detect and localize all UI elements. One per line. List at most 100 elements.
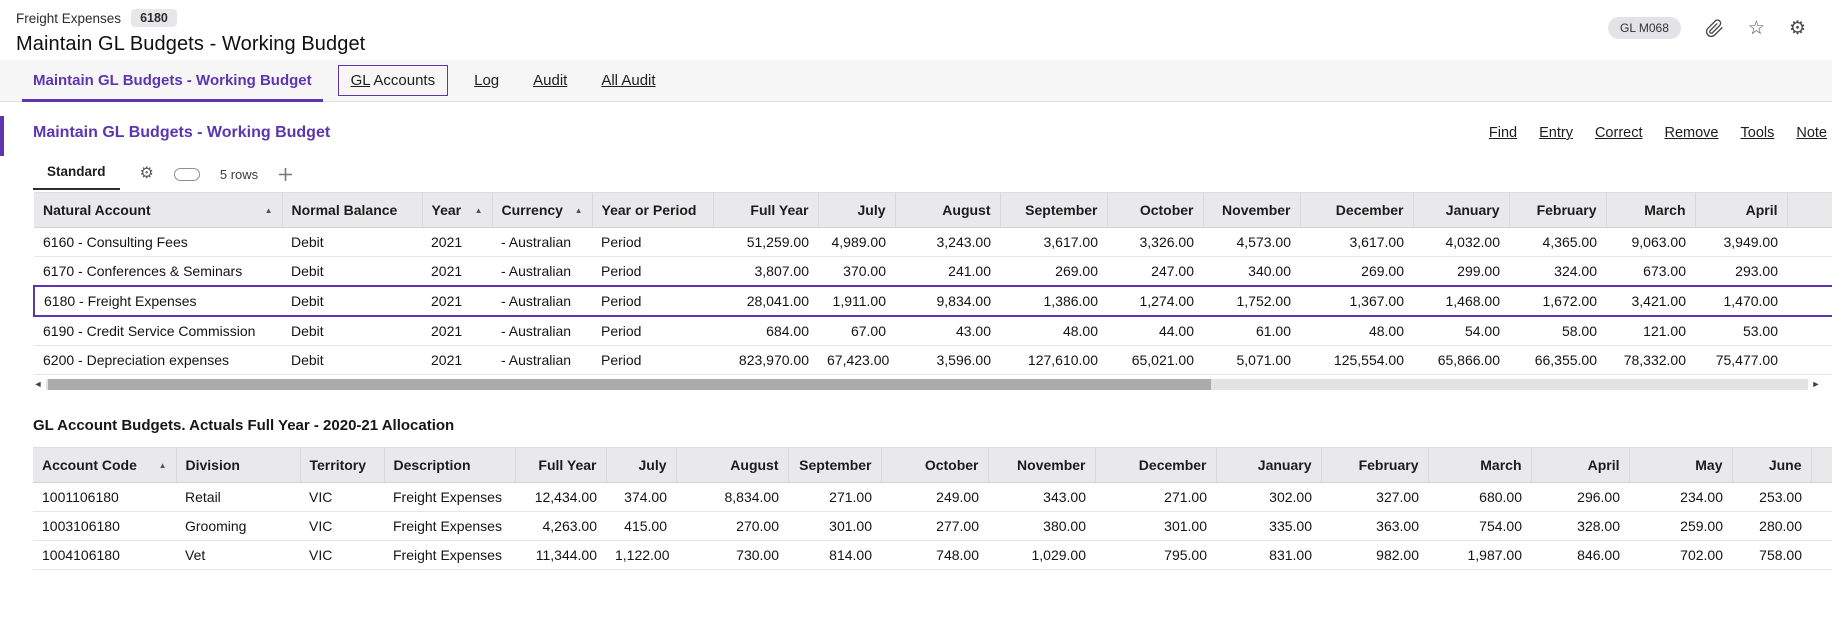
column-february[interactable]: February: [1509, 193, 1606, 228]
cell: 2021: [422, 286, 492, 316]
cell: 296.00: [1531, 483, 1629, 512]
table-row[interactable]: 1003106180GroomingVICFreight Expenses4,2…: [33, 512, 1832, 541]
column-march[interactable]: March: [1428, 448, 1531, 483]
table-row[interactable]: 6200 - Depreciation expensesDebit2021- A…: [34, 346, 1832, 375]
column-august[interactable]: August: [676, 448, 788, 483]
column-march[interactable]: March: [1606, 193, 1695, 228]
column-natural-account[interactable]: Natural Account▲: [34, 193, 282, 228]
column-normal-balance[interactable]: Normal Balance: [282, 193, 422, 228]
column-january[interactable]: January: [1216, 448, 1321, 483]
favorite-star-icon[interactable]: ☆: [1748, 19, 1765, 38]
column-currency[interactable]: Currency▲: [492, 193, 592, 228]
horizontal-scrollbar[interactable]: ◄ ►: [30, 377, 1824, 391]
column-account-code[interactable]: Account Code▲: [33, 448, 176, 483]
column-september[interactable]: September: [1000, 193, 1107, 228]
cell: 2021: [422, 346, 492, 375]
column-january[interactable]: January: [1413, 193, 1509, 228]
cell: 2021: [422, 316, 492, 346]
budget-table: Natural Account▲Normal BalanceYear▲Curre…: [33, 192, 1832, 375]
column-full-year[interactable]: Full Year: [713, 193, 818, 228]
view-tab-standard[interactable]: Standard: [33, 158, 120, 190]
cell: 67,423.00: [818, 346, 895, 375]
correct-link[interactable]: Correct: [1595, 125, 1643, 141]
app: Freight Expenses 6180 Maintain GL Budget…: [0, 0, 1832, 570]
column-november[interactable]: November: [988, 448, 1095, 483]
cell: 67.00: [818, 316, 895, 346]
column-october[interactable]: October: [881, 448, 988, 483]
cell: [1787, 346, 1832, 375]
cell: Debit: [282, 346, 422, 375]
table-row-selected[interactable]: 6180 - Freight ExpensesDebit2021- Austra…: [34, 286, 1832, 316]
column-july[interactable]: July: [818, 193, 895, 228]
breadcrumb-row: Freight Expenses 6180: [16, 9, 365, 27]
page-title: Maintain GL Budgets - Working Budget: [16, 33, 365, 56]
filter-pill-icon[interactable]: [174, 168, 200, 181]
cell: [1787, 228, 1832, 257]
cell: 66,355.00: [1509, 346, 1606, 375]
column-full-year[interactable]: Full Year: [515, 448, 606, 483]
expand-plus-icon[interactable]: [278, 167, 293, 182]
scroll-left-arrow-icon[interactable]: ◄: [30, 380, 46, 389]
column-spacer: [1811, 448, 1832, 483]
cell: 415.00: [606, 512, 676, 541]
settings-gear-icon[interactable]: ⚙: [1789, 19, 1806, 38]
column-description[interactable]: Description: [384, 448, 515, 483]
tab-all-audit[interactable]: All Audit: [584, 60, 672, 101]
attachment-paperclip-icon[interactable]: [1705, 19, 1724, 38]
column-april[interactable]: April: [1531, 448, 1629, 483]
column-december[interactable]: December: [1300, 193, 1413, 228]
column-november[interactable]: November: [1203, 193, 1300, 228]
table-row[interactable]: 1001106180RetailVICFreight Expenses12,43…: [33, 483, 1832, 512]
table-row[interactable]: 6190 - Credit Service CommissionDebit202…: [34, 316, 1832, 346]
column-april[interactable]: April: [1695, 193, 1787, 228]
cell: 1004106180: [33, 541, 176, 570]
cell: 1,987.00: [1428, 541, 1531, 570]
column-territory[interactable]: Territory: [300, 448, 384, 483]
table-row[interactable]: 6170 - Conferences & SeminarsDebit2021- …: [34, 257, 1832, 287]
entry-link[interactable]: Entry: [1539, 125, 1573, 141]
scrollbar-thumb[interactable]: [48, 379, 1211, 390]
breadcrumb: Freight Expenses: [16, 11, 121, 26]
column-division[interactable]: Division: [176, 448, 300, 483]
remove-link[interactable]: Remove: [1665, 125, 1719, 141]
column-may[interactable]: May: [1629, 448, 1732, 483]
column-august[interactable]: August: [895, 193, 1000, 228]
cell: 253.00: [1732, 483, 1811, 512]
note-link[interactable]: Note: [1796, 125, 1827, 141]
column-september[interactable]: September: [788, 448, 881, 483]
cell: 54.00: [1413, 316, 1509, 346]
cell: 1,911.00: [818, 286, 895, 316]
table-row[interactable]: 6160 - Consulting FeesDebit2021- Austral…: [34, 228, 1832, 257]
scrollbar-track[interactable]: [46, 379, 1808, 390]
scroll-right-arrow-icon[interactable]: ►: [1808, 380, 1824, 389]
table-row[interactable]: 1004106180VetVICFreight Expenses11,344.0…: [33, 541, 1832, 570]
column-october[interactable]: October: [1107, 193, 1203, 228]
screen-header: Freight Expenses 6180 Maintain GL Budget…: [0, 0, 1832, 60]
cell: 1003106180: [33, 512, 176, 541]
cell: 65,866.00: [1413, 346, 1509, 375]
column-year-or-period[interactable]: Year or Period: [592, 193, 713, 228]
cell: [1787, 286, 1832, 316]
cell: 9,834.00: [895, 286, 1000, 316]
tab-log[interactable]: Log: [457, 60, 516, 101]
cell: 748.00: [881, 541, 988, 570]
cell: 684.00: [713, 316, 818, 346]
cell: 43.00: [895, 316, 1000, 346]
cell: 795.00: [1095, 541, 1216, 570]
cell: 293.00: [1695, 257, 1787, 287]
cell: 280.00: [1732, 512, 1811, 541]
tab-gl-accounts[interactable]: GL Accounts: [329, 60, 458, 101]
column-july[interactable]: July: [606, 448, 676, 483]
column-june[interactable]: June: [1732, 448, 1811, 483]
column-year[interactable]: Year▲: [422, 193, 492, 228]
cell: 680.00: [1428, 483, 1531, 512]
tab-bar: Maintain GL Budgets - Working BudgetGL A…: [0, 60, 1832, 102]
tab-maintain-gl-budgets-working-budget[interactable]: Maintain GL Budgets - Working Budget: [16, 60, 329, 101]
cell: VIC: [300, 512, 384, 541]
column-december[interactable]: December: [1095, 448, 1216, 483]
tools-link[interactable]: Tools: [1741, 125, 1775, 141]
find-link[interactable]: Find: [1489, 125, 1517, 141]
tab-audit[interactable]: Audit: [516, 60, 584, 101]
grid-settings-gear-icon[interactable]: ⚙: [140, 166, 154, 182]
column-february[interactable]: February: [1321, 448, 1428, 483]
